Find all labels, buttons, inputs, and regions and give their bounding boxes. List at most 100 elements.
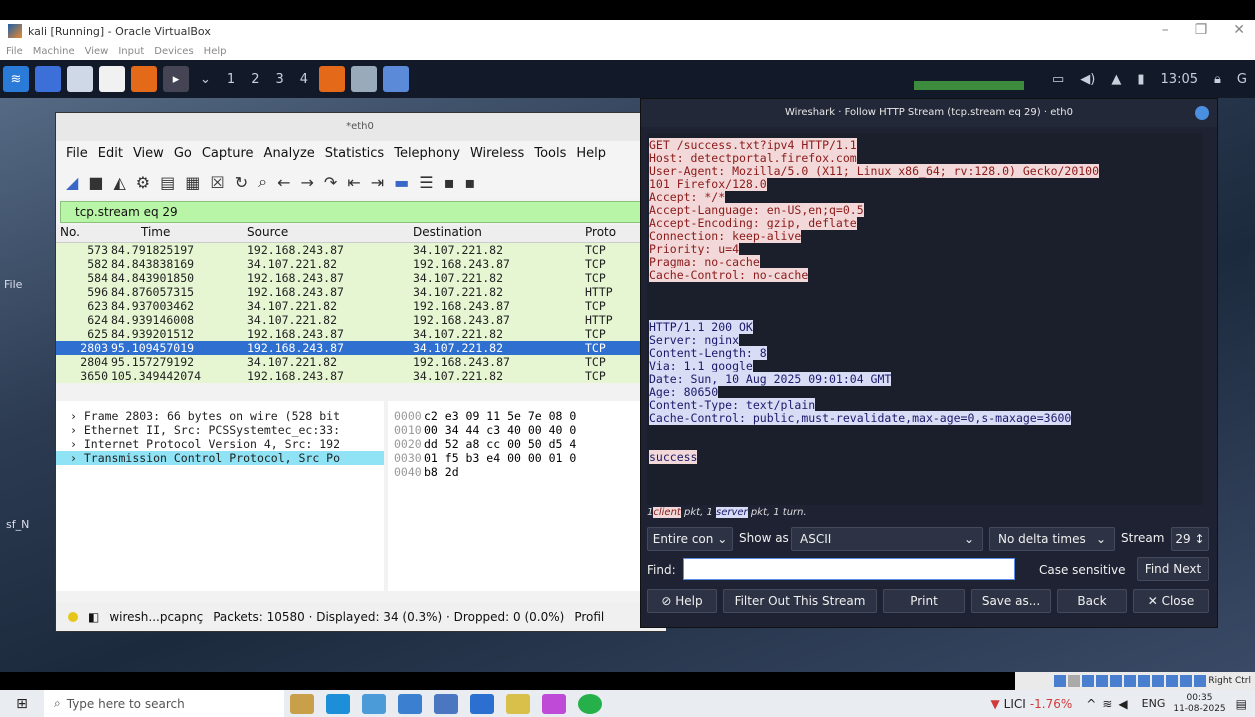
menu-telephony[interactable]: Telephony	[394, 146, 460, 161]
store-icon[interactable]	[398, 693, 422, 714]
table-row[interactable]: 573 84.791825197 192.168.243.87 34.107.221.…	[56, 243, 664, 257]
vbox-menu-file[interactable]: File	[6, 46, 23, 57]
mouse-integration-icon[interactable]	[1180, 675, 1193, 687]
hex-row[interactable]: 0030 01 f5 b3 e4 00 00 01 0	[388, 451, 666, 465]
status-profile[interactable]: Profil	[574, 610, 604, 624]
files-icon[interactable]	[67, 66, 93, 92]
optical-icon[interactable]	[1068, 675, 1081, 687]
desktop-icon-file[interactable]: File	[4, 278, 22, 291]
menu-view[interactable]: View	[133, 146, 164, 161]
col-destination[interactable]: Destination	[413, 225, 585, 242]
app-icon[interactable]	[542, 693, 566, 714]
table-row[interactable]: 3650 105.349442074 192.168.243.87 34.107.22…	[56, 369, 664, 383]
workspace-4[interactable]: 4	[292, 72, 316, 87]
vbox-menu-devices[interactable]: Devices	[154, 46, 193, 57]
keyboard-icon[interactable]	[1194, 675, 1207, 687]
vbox-menu-help[interactable]: Help	[204, 46, 227, 57]
speaker-icon[interactable]: ◀	[1118, 697, 1127, 711]
menu-help[interactable]: Help	[576, 146, 606, 161]
table-row[interactable]: 582 84.843838169 34.107.221.82 192.168.243.…	[56, 257, 664, 271]
menu-go[interactable]: Go	[174, 146, 192, 161]
display-icon[interactable]	[1138, 675, 1151, 687]
table-row[interactable]: 624 84.939146008 34.107.221.82 192.168.243.…	[56, 313, 664, 327]
workspace-1[interactable]: 1	[219, 72, 243, 87]
restart-icon[interactable]: ◭	[113, 173, 125, 192]
battery-icon[interactable]: ▮	[1129, 72, 1152, 87]
vbox-menu-machine[interactable]: Machine	[33, 46, 75, 57]
reload-icon[interactable]: ↻	[235, 173, 248, 192]
col-protocol[interactable]: Proto	[585, 225, 645, 242]
stock-name[interactable]: LICI	[1004, 697, 1026, 711]
table-row[interactable]: 584 84.843901850 192.168.243.87 34.107.221.…	[56, 271, 664, 285]
bell-icon[interactable]: ▲	[1103, 72, 1129, 87]
volume-icon[interactable]: ◀)	[1072, 72, 1103, 87]
col-no[interactable]: No.	[56, 225, 111, 242]
show-as-select[interactable]: ASCII ⌄	[791, 527, 983, 551]
audio-icon[interactable]	[1082, 675, 1095, 687]
menu-file[interactable]: File	[66, 146, 88, 161]
lock-icon[interactable]: 🔒︎	[1206, 72, 1229, 87]
whatsapp-icon[interactable]	[578, 693, 602, 714]
zoom-out-icon[interactable]: ▪	[464, 173, 475, 192]
filter-out-button[interactable]: Filter Out This Stream	[723, 589, 877, 613]
minimize-icon[interactable]: –	[1162, 22, 1169, 38]
print-button[interactable]: Print	[883, 589, 965, 613]
cpu-icon[interactable]	[1166, 675, 1179, 687]
widgets-icon[interactable]	[290, 693, 314, 714]
first-icon[interactable]: ⇤	[347, 173, 360, 192]
editor-icon[interactable]	[99, 66, 125, 92]
recording-icon[interactable]	[1152, 675, 1165, 687]
back-icon[interactable]: ←	[277, 173, 290, 192]
autoscroll-icon[interactable]: ▬	[394, 173, 409, 192]
wifi-icon[interactable]: ≋	[1102, 697, 1112, 711]
firefox-icon[interactable]	[131, 66, 157, 92]
table-row[interactable]: 596 84.876057315 192.168.243.87 34.107.221.…	[56, 285, 664, 299]
terminal-icon[interactable]: ▸	[163, 66, 189, 92]
desktop-icon-sf[interactable]: sf_N	[6, 518, 29, 531]
virtualbox-icon[interactable]	[470, 693, 494, 714]
forward-icon[interactable]: →	[300, 173, 313, 192]
taskbar-clock[interactable]: 00:35 11-08-2025	[1173, 693, 1225, 715]
detail-ethernet[interactable]: › Ethernet II, Src: PCSSystemtec_ec:33:	[56, 423, 384, 437]
wireshark-task-icon[interactable]	[351, 66, 378, 92]
table-row[interactable]: 2804 95.157279192 34.107.221.82 192.168.243…	[56, 355, 664, 369]
table-row[interactable]: 2803 95.109457019 192.168.243.87 34.107.221…	[56, 341, 664, 355]
power-icon[interactable]: G	[1229, 72, 1255, 87]
search-icon[interactable]: ⌕	[258, 172, 267, 192]
shared-folder-icon[interactable]	[1124, 675, 1137, 687]
stock-change[interactable]: -1.76%	[1030, 697, 1072, 711]
options-icon[interactable]: ⚙	[136, 173, 150, 192]
workspace-2[interactable]: 2	[243, 72, 267, 87]
panel-clock[interactable]: 13:05	[1153, 72, 1206, 87]
table-row[interactable]: 623 84.937003462 34.107.221.82 192.168.243.…	[56, 299, 664, 313]
detail-tcp[interactable]: › Transmission Control Protocol, Src Po	[56, 451, 384, 465]
desktop-icon[interactable]	[35, 66, 61, 92]
close-file-icon[interactable]: ☒	[210, 173, 224, 192]
hex-row[interactable]: 0020 dd 52 a8 cc 00 50 d5 4	[388, 437, 666, 451]
table-row[interactable]: 625 84.939201512 192.168.243.87 34.107.221.…	[56, 327, 664, 341]
vbox-menu-input[interactable]: Input	[118, 46, 144, 57]
chrome-icon[interactable]	[362, 693, 386, 714]
firefox-task-icon[interactable]	[319, 66, 346, 92]
expert-info-icon[interactable]	[68, 612, 78, 622]
vbox-menu-view[interactable]: View	[85, 46, 109, 57]
dialog-close-icon[interactable]	[1195, 106, 1209, 120]
stop-icon[interactable]: ■	[88, 173, 103, 192]
window-icon[interactable]: ▭	[1044, 72, 1072, 87]
hex-row[interactable]: 0040 b8 2d	[388, 465, 666, 479]
menu-statistics[interactable]: Statistics	[325, 146, 384, 161]
shark-fin-icon[interactable]: ◢	[66, 173, 78, 192]
hex-row[interactable]: 0010 00 34 44 c3 40 00 40 0	[388, 423, 666, 437]
detail-ip[interactable]: › Internet Protocol Version 4, Src: 192	[56, 437, 384, 451]
network-icon[interactable]	[1096, 675, 1109, 687]
stream-content[interactable]: GET /success.txt?ipv4 HTTP/1.1 Host: dete…	[647, 133, 1203, 505]
restore-icon[interactable]: ❐	[1195, 22, 1208, 38]
find-input[interactable]	[683, 558, 1015, 580]
open-icon[interactable]: ▤	[160, 173, 175, 192]
colorize-icon[interactable]: ☰	[419, 173, 433, 192]
conversation-select[interactable]: Entire con ⌄	[647, 527, 733, 551]
help-button[interactable]: ⊘ Help	[647, 589, 717, 613]
save-icon[interactable]: ▦	[185, 173, 200, 192]
col-source[interactable]: Source	[247, 225, 413, 242]
capture-file-icon[interactable]: ◧	[88, 610, 99, 624]
